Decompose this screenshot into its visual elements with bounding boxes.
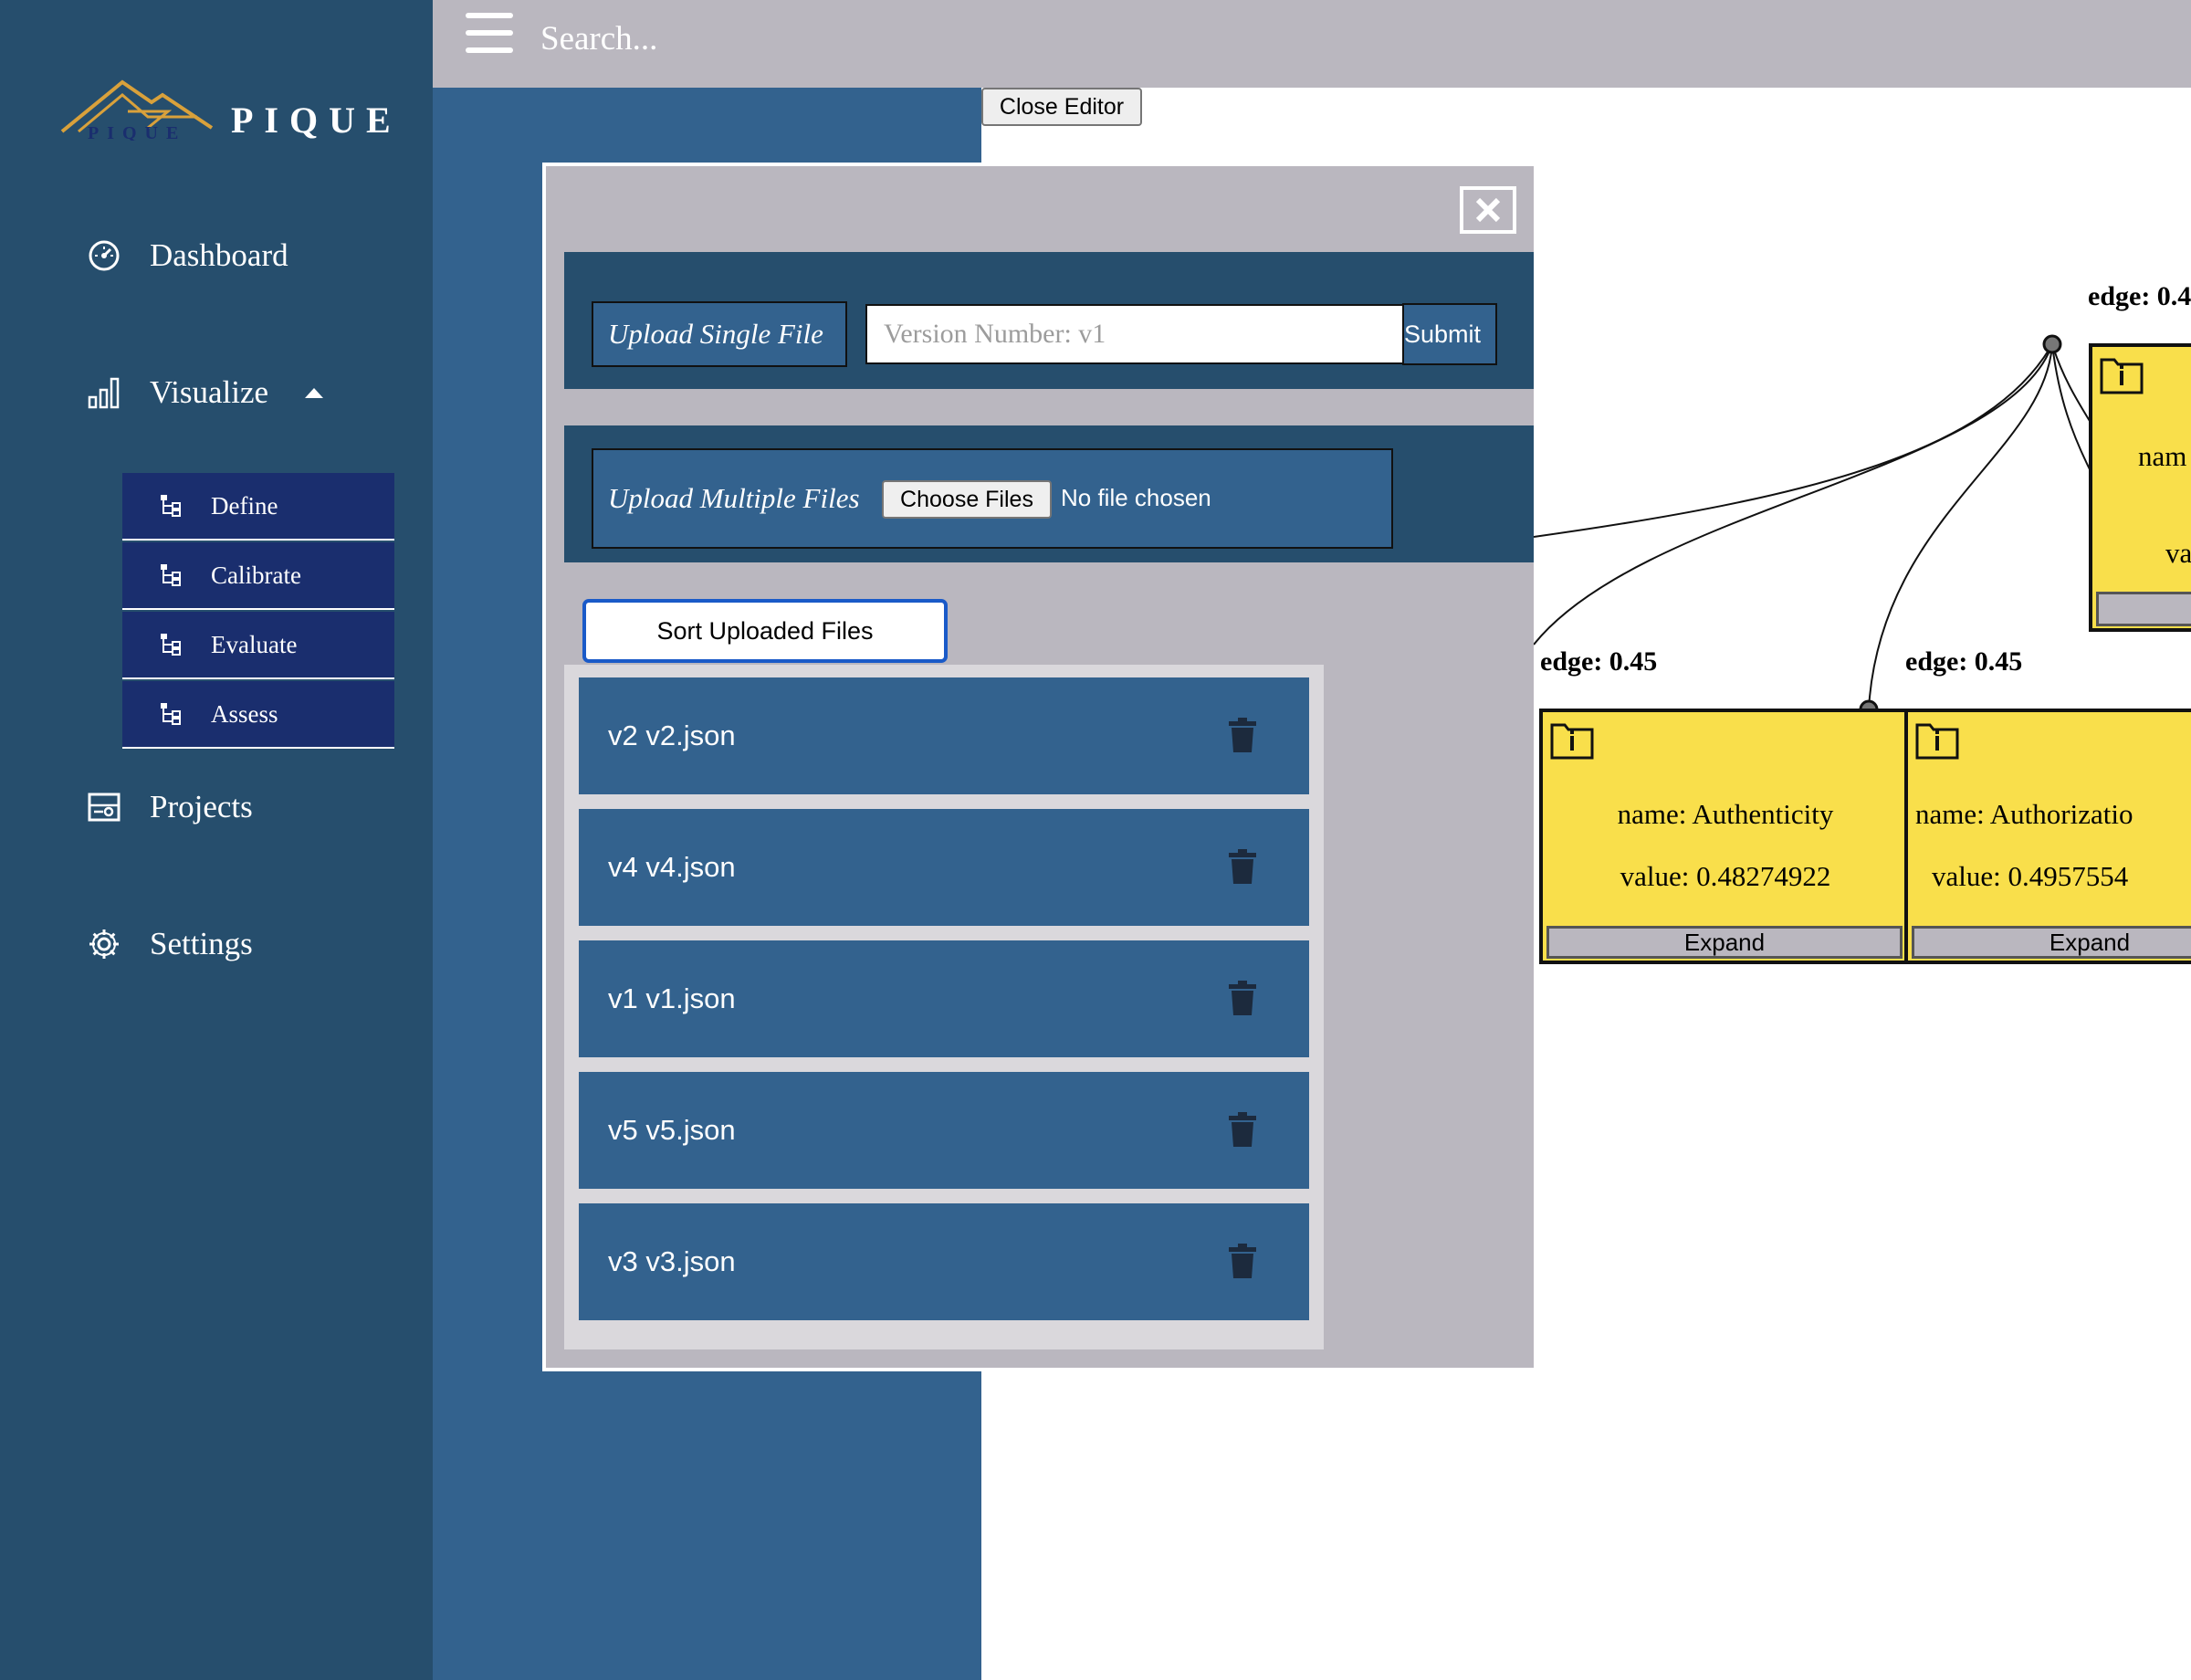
file-list-item[interactable]: v3 v3.json xyxy=(579,1203,1309,1320)
node-name: name: Authenticity xyxy=(1617,798,1834,830)
submit-button[interactable]: Submit xyxy=(1402,303,1497,365)
sidebar-item-visualize[interactable]: Visualize xyxy=(86,365,324,420)
version-number-input[interactable] xyxy=(865,304,1406,364)
sidebar-subitem-label: Define xyxy=(211,491,278,520)
info-folder-icon[interactable] xyxy=(1550,719,1594,760)
sidebar-item-label: Dashboard xyxy=(150,237,288,273)
file-list-item[interactable]: v2 v2.json xyxy=(579,677,1309,794)
tree-icon xyxy=(158,631,185,658)
file-name: v5 v5.json xyxy=(608,1114,736,1146)
gear-icon xyxy=(86,926,122,962)
choose-files-button[interactable]: Choose Files xyxy=(882,480,1052,519)
sidebar-subitem-label: Evaluate xyxy=(211,630,298,658)
hamburger-menu-icon[interactable] xyxy=(466,11,513,55)
brand-name: PIQUE xyxy=(231,100,402,141)
file-list-item[interactable]: v5 v5.json xyxy=(579,1072,1309,1189)
graph-node-authorization[interactable]: name: Authorizatio value: 0.4957554 Expa… xyxy=(1904,709,2191,964)
sidebar-subitem-evaluate[interactable]: Evaluate xyxy=(122,612,394,679)
node-value: value: 0.4957554 xyxy=(1932,860,2129,892)
close-icon xyxy=(1475,197,1501,223)
file-name: v1 v1.json xyxy=(608,982,736,1014)
expand-button[interactable]: Expand xyxy=(1912,926,2191,959)
file-name: v3 v3.json xyxy=(608,1245,736,1277)
edge-line xyxy=(2051,343,2091,472)
node-name: nam xyxy=(2138,440,2187,472)
trash-icon[interactable] xyxy=(1229,849,1256,884)
expand-button[interactable]: Expand xyxy=(1546,926,1903,959)
caret-up-icon[interactable] xyxy=(305,387,324,398)
tree-icon xyxy=(158,492,185,520)
trash-icon[interactable] xyxy=(1229,718,1256,752)
edge-anchor[interactable] xyxy=(2042,334,2062,354)
trash-icon[interactable] xyxy=(1229,981,1256,1015)
modal-close-button[interactable] xyxy=(1460,186,1516,234)
edge-label: edge: 0.45 xyxy=(1540,646,1658,677)
tree-icon xyxy=(158,562,185,589)
upload-multiple-label: Upload Multiple Files xyxy=(608,482,860,514)
sidebar-subitem-label: Calibrate xyxy=(211,561,301,589)
search-input[interactable] xyxy=(539,15,995,62)
sidebar-item-projects[interactable]: Projects xyxy=(86,780,253,835)
sidebar-item-label: Projects xyxy=(150,789,253,824)
no-file-text: No file chosen xyxy=(1061,484,1211,511)
sidebar-item-dashboard[interactable]: Dashboard xyxy=(86,228,288,283)
sidebar-item-settings[interactable]: Settings xyxy=(86,917,253,971)
graph-node[interactable]: nam va xyxy=(2089,343,2191,632)
info-folder-icon[interactable] xyxy=(1915,719,1959,760)
node-name: name: Authorizatio xyxy=(1915,798,2133,830)
node-value: value: 0.48274922 xyxy=(1620,860,1831,892)
edge-label: edge: 0.4 xyxy=(2088,281,2191,311)
sidebar-item-label: Visualize xyxy=(150,374,269,410)
file-name: v2 v2.json xyxy=(608,719,736,751)
node-value: va xyxy=(2165,537,2191,569)
graph-canvas: edge: 0.4 edge: 0.45 edge: 0.45 nam va n… xyxy=(1534,88,2191,1680)
sidebar-subitem-assess[interactable]: Assess xyxy=(122,681,394,749)
sidebar-subitem-label: Assess xyxy=(211,699,278,728)
svg-text:PIQUE: PIQUE xyxy=(88,123,186,141)
tree-icon xyxy=(158,700,185,728)
upload-single-label: Upload Single File xyxy=(592,301,847,367)
sidebar-subitem-define[interactable]: Define xyxy=(122,473,394,541)
sidebar-subitem-calibrate[interactable]: Calibrate xyxy=(122,542,394,610)
expand-button[interactable] xyxy=(2096,592,2191,626)
sidebar-item-label: Settings xyxy=(150,926,253,961)
close-editor-button[interactable]: Close Editor xyxy=(981,88,1142,126)
info-folder-icon[interactable] xyxy=(2100,354,2144,394)
trash-icon[interactable] xyxy=(1229,1244,1256,1278)
edge-label: edge: 0.45 xyxy=(1905,646,2023,677)
sidebar: PIQUE PIQUE Dashboard Visualize Define C… xyxy=(0,0,433,1680)
gauge-icon xyxy=(86,237,122,274)
edge-line xyxy=(1534,343,2053,538)
graph-node-authenticity[interactable]: name: Authenticity value: 0.48274922 Exp… xyxy=(1539,709,1908,964)
file-list-item[interactable]: v1 v1.json xyxy=(579,940,1309,1057)
trash-icon[interactable] xyxy=(1229,1112,1256,1147)
bar-chart-icon xyxy=(86,374,122,411)
edge-line xyxy=(1534,343,2053,646)
sort-uploaded-files-button[interactable]: Sort Uploaded Files xyxy=(582,599,948,663)
project-icon xyxy=(86,789,122,825)
file-name: v4 v4.json xyxy=(608,851,736,883)
file-list-item[interactable]: v4 v4.json xyxy=(579,809,1309,926)
pique-logo: PIQUE xyxy=(60,79,214,141)
